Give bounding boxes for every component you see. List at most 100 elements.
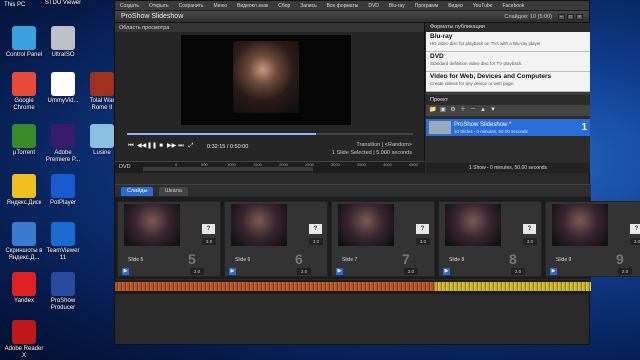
slide-duration[interactable]: 2.0 (190, 268, 204, 275)
ruler-tick-label: 4500 (409, 162, 418, 167)
forward-icon[interactable]: ▶▶ (167, 143, 176, 150)
desktop-icon[interactable]: UmmyVid... (43, 72, 83, 105)
desktop-icon[interactable]: TeamViewer 11 (43, 222, 83, 262)
rewind-icon[interactable]: ◀◀ (137, 143, 146, 150)
transition-icon[interactable]: ? (523, 224, 536, 234)
skip-end-icon[interactable]: ⏭ (177, 143, 185, 150)
app-icon (51, 26, 75, 50)
slide-duration[interactable]: 2.0 (404, 268, 418, 275)
menu-item[interactable]: YouTube (468, 3, 498, 9)
desktop-icon[interactable]: STDU Viewer (43, 0, 83, 7)
properties-icon[interactable]: ⚙ (449, 107, 457, 114)
formats-title: Форматы публикации (426, 23, 590, 32)
slide-duration[interactable]: 2.0 (297, 268, 311, 275)
transition-duration[interactable]: 3.0 (630, 238, 640, 245)
slide-number: 5 (188, 251, 196, 267)
desktop-icon[interactable]: µTorrent (4, 124, 44, 157)
app-icon (12, 272, 36, 296)
maximize-icon[interactable]: □ (567, 13, 574, 20)
add-icon[interactable]: ＋ (459, 107, 467, 114)
desktop-icon[interactable]: Яндекс.Диск (4, 174, 44, 207)
desktop-icon[interactable]: UltraISO (43, 26, 83, 59)
desktop-icon[interactable]: Control Panel (4, 26, 44, 59)
format-desc: Standard definition video disc for TV pl… (430, 61, 523, 66)
desktop-icon[interactable]: Скриншоты в Яндекс.Д... (4, 222, 44, 262)
desktop-icon[interactable]: Google Chrome (4, 72, 44, 112)
save-icon[interactable]: ▣ (439, 107, 447, 114)
menu-item[interactable]: Программ (410, 3, 443, 9)
slide-thumbnail (338, 204, 394, 246)
menu-item[interactable]: Меню (209, 3, 233, 9)
project-show-item[interactable]: ProShow Slideshow * 10 Slides - 0 minute… (426, 119, 590, 136)
transition-duration[interactable]: 3.0 (309, 238, 323, 245)
transition-duration[interactable]: 3.0 (416, 238, 430, 245)
slide-list: ? 3.0 Slide 5 5 ▶ 2.0? 3.0 Slide 6 6 ▶ 2.0? 3.0 Slid… (115, 197, 640, 279)
seek-bar[interactable] (127, 133, 413, 135)
play-slide-icon[interactable]: ▶ (443, 268, 450, 275)
transition-duration[interactable]: 3.0 (202, 238, 216, 245)
remove-icon[interactable]: － (469, 107, 477, 114)
play-slide-icon[interactable]: ▶ (550, 268, 557, 275)
menu-item[interactable]: Создать (115, 3, 144, 9)
slide-duration[interactable]: 2.0 (618, 268, 632, 275)
desktop-icon[interactable]: Adobe Reader X (4, 320, 44, 360)
pause-icon[interactable]: ❚❚ (147, 143, 157, 150)
ruler-tick-label: 3000 (331, 162, 340, 167)
transition-icon[interactable]: ? (416, 224, 429, 234)
transition-duration[interactable]: 3.0 (523, 238, 537, 245)
audio-track[interactable] (115, 280, 591, 294)
transition-icon[interactable]: ? (630, 224, 640, 234)
open-folder-icon[interactable]: 📁 (429, 107, 437, 114)
play-slide-icon[interactable]: ▶ (336, 268, 343, 275)
slide-card[interactable]: ? 3.0 Slide 6 6 ▶ 2.0 (224, 201, 328, 277)
menu-item[interactable]: Сохранить (174, 3, 209, 9)
play-slide-icon[interactable]: ▶ (229, 268, 236, 275)
close-icon[interactable]: × (576, 13, 583, 20)
menu-item[interactable]: Видео (443, 3, 468, 9)
preview-screen[interactable] (181, 35, 351, 125)
slide-duration[interactable]: 2.0 (511, 268, 525, 275)
slide-card[interactable]: ? 3.0 Slide 8 8 ▶ 2.0 (438, 201, 542, 277)
transition-icon[interactable]: ? (309, 224, 322, 234)
move-up-icon[interactable]: ▲ (479, 107, 487, 114)
desktop-icon[interactable]: ProShow Producer (43, 272, 83, 312)
transition-icon[interactable]: ? (202, 224, 215, 234)
menu-item[interactable]: Все форматы (322, 3, 364, 9)
desktop-icon[interactable]: PotPlayer (43, 174, 83, 207)
play-slide-icon[interactable]: ▶ (122, 268, 129, 275)
app-icon (12, 320, 36, 344)
menu-item[interactable]: Запись (295, 3, 321, 9)
transition-label[interactable]: Transition | <Random> (332, 141, 412, 149)
desktop-icon-label: µTorrent (12, 150, 36, 156)
menu-item[interactable]: Сбор (273, 3, 295, 9)
tab-timeline[interactable]: Шкала (159, 187, 188, 196)
menu-item[interactable]: Blu-ray (384, 3, 410, 9)
app-icon (12, 174, 36, 198)
app-icon (12, 72, 36, 96)
menu-item[interactable]: Открыть (144, 3, 174, 9)
desktop-icon[interactable]: Adobe Premiere P... (43, 124, 83, 164)
menu-item[interactable]: Facebook (497, 3, 529, 9)
ruler-tick-label: 1000 (227, 162, 236, 167)
slide-thumbnail (231, 204, 287, 246)
slide-name: Slide 5 (128, 257, 144, 263)
move-down-icon[interactable]: ▼ (489, 107, 497, 114)
format-desc: Create videos for any device or web page… (430, 81, 515, 86)
format-option[interactable]: DVD Standard definition video disc for TV… (426, 52, 590, 72)
tab-slides[interactable]: Слайды (121, 187, 154, 196)
desktop-this-pc-label[interactable]: This PC (4, 2, 25, 8)
slide-card[interactable]: ? 3.0 Slide 7 7 ▶ 2.0 (331, 201, 435, 277)
fullscreen-icon[interactable]: ⤢ (187, 143, 195, 150)
ruler-tick-label: 0 (175, 162, 178, 167)
menu-item[interactable]: Видеокл знак (232, 3, 273, 9)
desktop-icon-label: Yandex (14, 298, 34, 304)
minimize-icon[interactable]: – (558, 13, 565, 20)
desktop-icon[interactable]: Yandex (4, 272, 44, 305)
format-option[interactable]: Blu-ray HD video disc for playback on TVs… (426, 32, 590, 52)
format-option[interactable]: Video for Web, Devices and Computers Crea… (426, 72, 590, 92)
slide-card[interactable]: ? 3.0 Slide 5 5 ▶ 2.0 (117, 201, 221, 277)
stop-icon[interactable]: ■ (157, 143, 165, 150)
slide-card[interactable]: ? 3.0 Slide 9 9 ▶ 2.0 (545, 201, 640, 277)
menu-item[interactable]: DVD (363, 3, 384, 9)
skip-start-icon[interactable]: ⏮ (127, 143, 135, 150)
